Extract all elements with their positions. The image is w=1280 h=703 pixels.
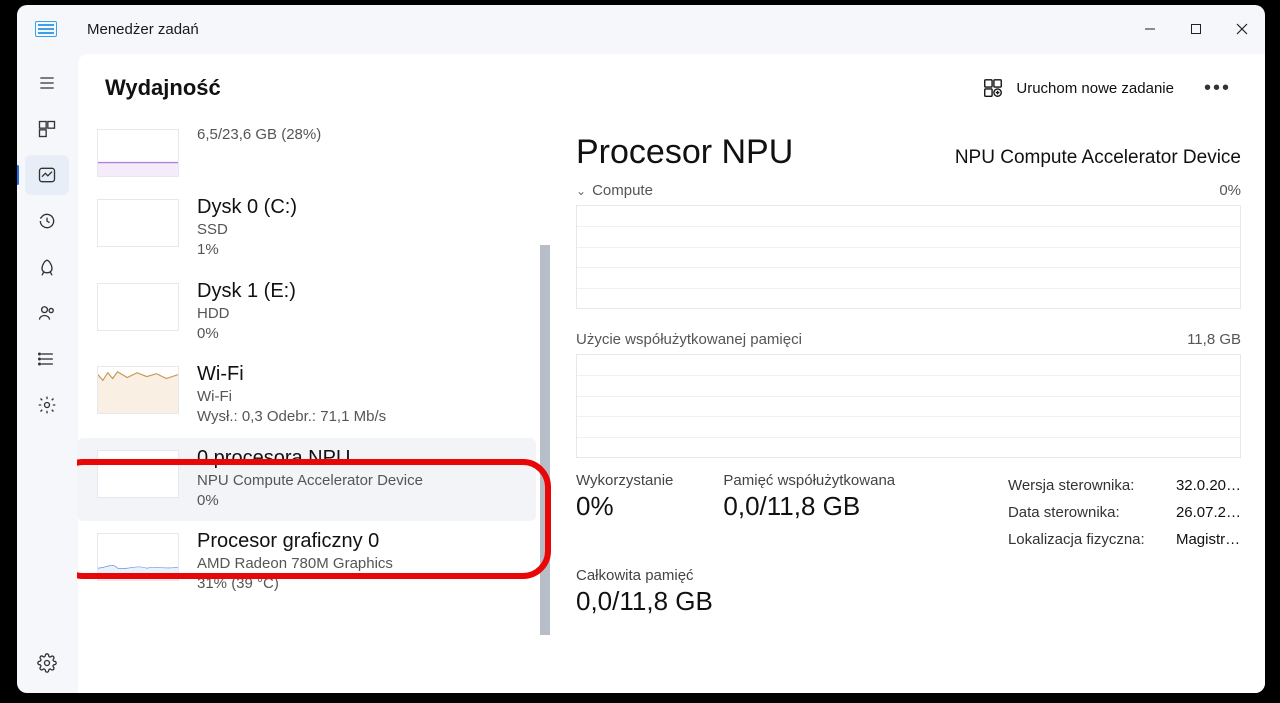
compute-chart-toggle[interactable]: ⌄ Compute [576, 182, 653, 199]
titlebar: Menedżer zadań [17, 5, 1265, 53]
util-label: Wykorzystanie [576, 472, 673, 489]
minimize-button[interactable] [1127, 13, 1173, 45]
more-button[interactable]: ••• [1198, 77, 1237, 100]
window-controls [1127, 13, 1265, 45]
phys-loc-value: Magistr… [1176, 526, 1240, 553]
total-value: 0,0/11,8 GB [576, 586, 713, 617]
perf-item-sub: 6,5/23,6 GB (28%) [197, 125, 321, 145]
driver-date-value: 26.07.2… [1176, 499, 1241, 526]
compute-chart [576, 205, 1241, 309]
perf-item-title: Dysk 0 (C:) [197, 195, 297, 220]
run-new-task-label: Uruchom nowe zadanie [1016, 80, 1174, 97]
nav-processes[interactable] [25, 109, 69, 149]
nav-rail [17, 53, 77, 693]
content-header: Wydajność Uruchom nowe zadanie ••• [77, 53, 1265, 123]
nav-history[interactable] [25, 201, 69, 241]
compute-label: Compute [592, 182, 653, 199]
perf-item-sub: SSD [197, 220, 297, 240]
detail-pane: Procesor NPU NPU Compute Accelerator Dev… [552, 123, 1265, 693]
perf-item-val: 0% [197, 324, 296, 344]
perf-item-title: Wi-Fi [197, 362, 386, 387]
maximize-button[interactable] [1173, 13, 1219, 45]
shared-value: 0,0/11,8 GB [723, 491, 895, 522]
task-manager-window: Menedżer zadań [17, 5, 1265, 693]
nav-settings[interactable] [25, 643, 69, 683]
shared-mem-label: Użycie współużytkowanej pamięci [576, 331, 802, 348]
mini-chart-disk1 [97, 283, 179, 331]
detail-title: Procesor NPU [576, 133, 793, 172]
shared-mem-chart [576, 354, 1241, 458]
scrollbar-thumb[interactable] [540, 245, 550, 635]
shared-mem-total: 11,8 GB [1187, 331, 1241, 348]
total-label: Całkowita pamięć [576, 567, 713, 584]
nav-users[interactable] [25, 293, 69, 333]
mini-chart-disk0 [97, 199, 179, 247]
compute-value: 0% [1219, 182, 1241, 199]
perf-item-disk0[interactable]: Dysk 0 (C:) SSD 1% [77, 187, 536, 271]
driver-version-value: 32.0.20… [1176, 472, 1241, 499]
perf-item-val: 1% [197, 240, 297, 260]
nav-details[interactable] [25, 339, 69, 379]
chevron-down-icon: ⌄ [576, 184, 586, 198]
phys-loc-label: Lokalizacja fizyczna: [1008, 526, 1158, 553]
perf-item-sub: HDD [197, 304, 296, 324]
app-icon [35, 21, 57, 37]
driver-date-label: Data sterownika: [1008, 499, 1158, 526]
perf-item-title: Dysk 1 (E:) [197, 279, 296, 304]
annotation-highlight [77, 459, 551, 579]
perf-item-memory[interactable]: 6,5/23,6 GB (28%) [77, 123, 536, 187]
performance-list: 6,5/23,6 GB (28%) Dysk 0 (C:) SSD 1% [77, 123, 552, 693]
perf-item-wifi[interactable]: Wi-Fi Wi-Fi Wysł.: 0,3 Odebr.: 71,1 Mb/s [77, 354, 536, 438]
close-button[interactable] [1219, 13, 1265, 45]
perf-item-val: Wysł.: 0,3 Odebr.: 71,1 Mb/s [197, 407, 386, 427]
run-new-task-button[interactable]: Uruchom nowe zadanie [982, 77, 1174, 99]
shared-label: Pamięć współużytkowana [723, 472, 895, 489]
detail-subtitle: NPU Compute Accelerator Device [955, 147, 1241, 169]
nav-performance[interactable] [25, 155, 69, 195]
util-value: 0% [576, 491, 673, 522]
mini-chart-wifi [97, 366, 179, 414]
hamburger-button[interactable] [25, 63, 69, 103]
nav-startup[interactable] [25, 247, 69, 287]
driver-version-label: Wersja sterownika: [1008, 472, 1158, 499]
perf-item-sub: Wi-Fi [197, 387, 386, 407]
mini-chart-memory [97, 129, 179, 177]
app-title: Menedżer zadań [87, 21, 199, 38]
perf-item-disk1[interactable]: Dysk 1 (E:) HDD 0% [77, 271, 536, 355]
scrollbar-track[interactable] [538, 123, 550, 693]
content-pane: Wydajność Uruchom nowe zadanie ••• [77, 53, 1265, 693]
page-title: Wydajność [105, 75, 221, 101]
nav-services[interactable] [25, 385, 69, 425]
